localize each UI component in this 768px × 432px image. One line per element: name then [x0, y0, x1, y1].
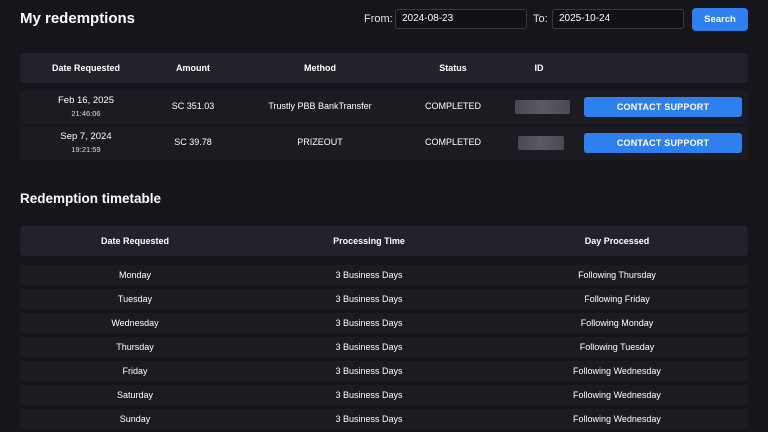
timetable-row: Wednesday 3 Business Days Following Mond… [20, 313, 748, 333]
timetable-row: Tuesday 3 Business Days Following Friday [20, 289, 748, 309]
to-date-input[interactable] [552, 9, 684, 29]
processing-cell: 3 Business Days [335, 270, 403, 280]
contact-support-button[interactable]: CONTACT SUPPORT [584, 133, 742, 153]
column-day-processed: Day Processed [584, 236, 650, 246]
method-cell: PRIZEOUT [297, 137, 343, 147]
page-header: My redemptions From: To: Search [0, 0, 768, 40]
day-cell: Monday [118, 270, 152, 280]
redemption-row: Feb 16, 2025 21:46:06 SC 351.03 Trustly … [20, 90, 748, 124]
method-cell: Trustly PBB BankTransfer [268, 101, 372, 111]
day-cell: Tuesday [117, 294, 153, 304]
timetable-row: Saturday 3 Business Days Following Wedne… [20, 385, 748, 405]
column-method: Method [304, 63, 336, 73]
timetable-row: Monday 3 Business Days Following Thursda… [20, 265, 748, 285]
column-date-requested: Date Requested [51, 63, 121, 73]
timetable-table: Date Requested Processing Time Day Proce… [20, 226, 748, 429]
processing-cell: 3 Business Days [335, 390, 403, 400]
processed-cell: Following Tuesday [579, 342, 655, 352]
processing-cell: 3 Business Days [335, 366, 403, 376]
processing-cell: 3 Business Days [335, 414, 403, 424]
processed-cell: Following Monday [580, 318, 654, 328]
day-cell: Saturday [116, 390, 154, 400]
date-requested: Sep 7, 2024 [60, 131, 112, 142]
redemption-row: Sep 7, 2024 19:21:59 SC 39.78 PRIZEOUT C… [20, 126, 748, 160]
redemptions-table-header: Date Requested Amount Method Status ID [20, 53, 748, 83]
processed-cell: Following Wednesday [573, 414, 661, 424]
timetable-row: Sunday 3 Business Days Following Wednesd… [20, 409, 748, 429]
processed-cell: Following Thursday [578, 270, 656, 280]
redemptions-table: Date Requested Amount Method Status ID F… [20, 53, 748, 160]
date-cell: Feb 16, 2025 21:46:06 [42, 95, 130, 118]
processing-cell: 3 Business Days [335, 318, 403, 328]
time-requested: 21:46:06 [71, 109, 101, 118]
page-title: My redemptions [20, 10, 136, 27]
processed-cell: Following Wednesday [573, 390, 661, 400]
column-amount: Amount [176, 63, 210, 73]
amount-cell: SC 351.03 [171, 101, 215, 111]
column-date-requested: Date Requested [100, 236, 170, 246]
redacted-id [515, 100, 570, 114]
timetable-header: Date Requested Processing Time Day Proce… [20, 226, 748, 256]
processing-cell: 3 Business Days [335, 294, 403, 304]
amount-cell: SC 39.78 [174, 137, 212, 147]
processing-cell: 3 Business Days [335, 342, 403, 352]
contact-support-button[interactable]: CONTACT SUPPORT [584, 97, 742, 117]
column-status: Status [439, 63, 467, 73]
day-cell: Thursday [116, 342, 154, 352]
status-cell: COMPLETED [424, 101, 481, 111]
date-requested: Feb 16, 2025 [58, 95, 114, 106]
day-cell: Sunday [119, 414, 151, 424]
status-cell: COMPLETED [424, 137, 481, 147]
redacted-id [518, 136, 564, 150]
from-label: From: [364, 13, 393, 25]
day-cell: Wednesday [111, 318, 159, 328]
search-button[interactable]: Search [692, 8, 748, 31]
to-label: To: [533, 13, 548, 25]
from-date-input[interactable] [395, 9, 527, 29]
column-processing-time: Processing Time [333, 236, 405, 246]
timetable-row: Thursday 3 Business Days Following Tuesd… [20, 337, 748, 357]
date-cell: Sep 7, 2024 19:21:59 [42, 131, 130, 154]
processed-cell: Following Friday [584, 294, 650, 304]
time-requested: 19:21:59 [71, 145, 101, 154]
timetable-row: Friday 3 Business Days Following Wednesd… [20, 361, 748, 381]
processed-cell: Following Wednesday [573, 366, 661, 376]
day-cell: Friday [122, 366, 148, 376]
column-id: ID [534, 63, 544, 73]
timetable-title: Redemption timetable [20, 191, 162, 206]
